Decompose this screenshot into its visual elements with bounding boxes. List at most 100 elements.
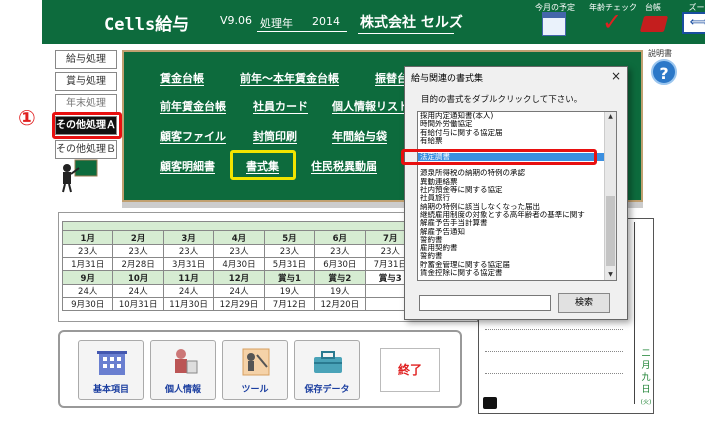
month-cell[interactable]: 12月 — [213, 270, 265, 285]
notebook-line — [485, 351, 623, 352]
month-cell[interactable]: 3月 — [162, 230, 215, 245]
teacher-icon — [62, 159, 98, 193]
link-zennen-honnen-daicho[interactable]: 前年～本年賃金台帳 — [240, 72, 339, 86]
zoom-button[interactable]: ⟺ — [682, 12, 705, 34]
list-item[interactable]: 源泉所得税の納期の特例の承認 — [418, 169, 604, 177]
count-cell: 23人 — [61, 244, 114, 258]
basic-items-button[interactable]: 基本項目 — [78, 340, 144, 400]
menu-salary-button[interactable]: 給与処理 — [55, 50, 117, 69]
personal-info-button[interactable]: 個人情報 — [150, 340, 216, 400]
saved-data-button[interactable]: 保存データ — [294, 340, 360, 400]
date-cell: 9月30日 — [61, 297, 114, 311]
ledger-label: 台帳 — [645, 3, 661, 12]
help-icon[interactable]: ? — [651, 59, 677, 85]
menu-other-b-button[interactable]: その他処理Ｂ — [55, 140, 117, 159]
bonus-cell[interactable]: 賞与2 — [314, 270, 366, 285]
count-cell: 23人 — [263, 244, 316, 258]
link-zennen-chingin-daicho[interactable]: 前年賃金台帳 — [160, 100, 226, 114]
date-cell: 5月31日 — [263, 257, 316, 271]
calendar-icon[interactable] — [542, 12, 566, 36]
list-item[interactable]: 雇用契約書 — [418, 244, 604, 252]
list-item[interactable]: 納期の特例に該当しなくなった届出 — [418, 203, 604, 211]
link-juminzei-idotodoke[interactable]: 住民税異動届 — [311, 160, 377, 174]
exit-button[interactable]: 終了 — [380, 348, 440, 392]
list-item[interactable]: 時間外労働協定 — [418, 120, 604, 128]
year-underline — [257, 31, 347, 32]
link-shain-card[interactable]: 社員カード — [253, 100, 308, 114]
close-icon[interactable]: × — [611, 69, 621, 83]
month-table: 1月 2月 3月 4月 5月 6月 7月 23人 23人 23人 23人 23人… — [61, 230, 417, 311]
scroll-thumb[interactable] — [606, 196, 615, 266]
month-cell[interactable]: 5月 — [263, 230, 316, 245]
month-cell[interactable]: 4月 — [213, 230, 265, 245]
basic-items-label: 基本項目 — [92, 385, 129, 395]
menu-bonus-button[interactable]: 賞与処理 — [55, 72, 117, 91]
app-logo: Cells給与 — [104, 15, 190, 35]
month-cell[interactable]: 6月 — [314, 230, 366, 245]
year-label: 処理年 — [260, 17, 293, 30]
tools-button[interactable]: ツール — [222, 340, 288, 400]
dialog-instruction: 目的の書式をダブルクリックして下さい。 — [421, 95, 583, 105]
date-cell: 12月29日 — [213, 297, 265, 311]
count-cell: 24人 — [213, 284, 265, 298]
bonus-cell[interactable]: 賞与1 — [263, 270, 316, 285]
search-button[interactable]: 検索 — [558, 293, 610, 313]
date-cell: 11月30日 — [162, 297, 215, 311]
date-cell: 3月31日 — [162, 257, 215, 271]
app-header: Cells給与 V9.06 処理年 2014 株式会社 セルズ 今月の予定 年齢… — [42, 0, 705, 44]
count-cell: 24人 — [112, 284, 164, 298]
annotation-one: ① — [18, 106, 36, 130]
count-cell: 23人 — [162, 244, 215, 258]
list-item[interactable]: 有給票 — [418, 137, 604, 145]
tools-icon — [242, 348, 270, 376]
link-kokyaku-meisaisho[interactable]: 顧客明細書 — [160, 160, 215, 174]
list-item[interactable]: 誓約書 — [418, 252, 604, 260]
dialog-title: 給与関連の書式集 — [411, 74, 484, 84]
forms-listbox[interactable]: 採用内定通知書(本人) 時間外労働協定 有給付与に関する協定届 有給票 法定調書… — [417, 111, 617, 281]
month-cell[interactable]: 10月 — [112, 270, 164, 285]
notebook-line — [485, 373, 623, 374]
scroll-up-icon[interactable]: ▲ — [605, 112, 616, 122]
month-cell[interactable]: 2月 — [112, 230, 164, 245]
list-item[interactable]: 採用内定通知書(本人) — [418, 112, 604, 120]
link-kojin-joho-list[interactable]: 個人情報リスト — [332, 100, 409, 114]
list-item[interactable]: 有給付与に関する協定届 — [418, 129, 604, 137]
list-item[interactable]: 社内預金等に関する協定 — [418, 186, 604, 194]
date-cell: 1月31日 — [61, 257, 114, 271]
date-cell: 7月12日 — [263, 297, 316, 311]
toolbox-icon — [314, 351, 342, 373]
list-item[interactable]: 解雇予告通知 — [418, 228, 604, 236]
notebook-toggle[interactable] — [483, 397, 497, 409]
search-input[interactable] — [419, 295, 551, 311]
date-cell: 12月20日 — [314, 297, 366, 311]
listbox-scrollbar[interactable]: ▲ ▼ — [604, 112, 616, 280]
scroll-down-icon[interactable]: ▼ — [605, 270, 616, 280]
link-nenkan-kyuyobukuro[interactable]: 年間給与袋 — [332, 130, 387, 144]
list-item[interactable]: 賃金控除に関する協定書 — [418, 269, 604, 277]
checkmark-icon[interactable]: ✓ — [602, 8, 622, 36]
list-item[interactable]: 継続雇用制度の対象とする高年齢者の基準に関す — [418, 211, 604, 219]
list-item[interactable]: 誓約書 — [418, 236, 604, 244]
month-cell[interactable]: 9月 — [61, 270, 114, 285]
list-item[interactable]: 異動連絡票 — [418, 178, 604, 186]
month-cell[interactable]: 1月 — [61, 230, 114, 245]
link-chingin-daicho[interactable]: 賃金台帳 — [160, 72, 204, 86]
count-cell: 23人 — [314, 244, 366, 258]
notebook-weekday: (火) — [640, 399, 652, 406]
notebook-date-text: 二月九日 — [641, 349, 651, 395]
saved-data-label: 保存データ — [304, 385, 350, 395]
link-kokyaku-file[interactable]: 顧客ファイル — [160, 130, 226, 144]
menu-yearend-button[interactable]: 年末処理 — [55, 94, 117, 113]
count-cell: 19人 — [314, 284, 366, 298]
date-cell: 2月28日 — [112, 257, 164, 271]
highlight-selected-form — [401, 149, 597, 165]
date-cell: 10月31日 — [112, 297, 164, 311]
link-futo-insatsu[interactable]: 封筒印刷 — [253, 130, 297, 144]
tools-label: ツール — [241, 385, 269, 395]
list-item[interactable]: 社員旅行 — [418, 194, 604, 202]
list-item[interactable]: 解雇予告手当計算書 — [418, 219, 604, 227]
book-icon[interactable] — [639, 16, 669, 32]
list-item[interactable]: 貯蓄金管理に関する協定届 — [418, 261, 604, 269]
date-cell: 6月30日 — [314, 257, 366, 271]
month-cell[interactable]: 11月 — [162, 270, 215, 285]
